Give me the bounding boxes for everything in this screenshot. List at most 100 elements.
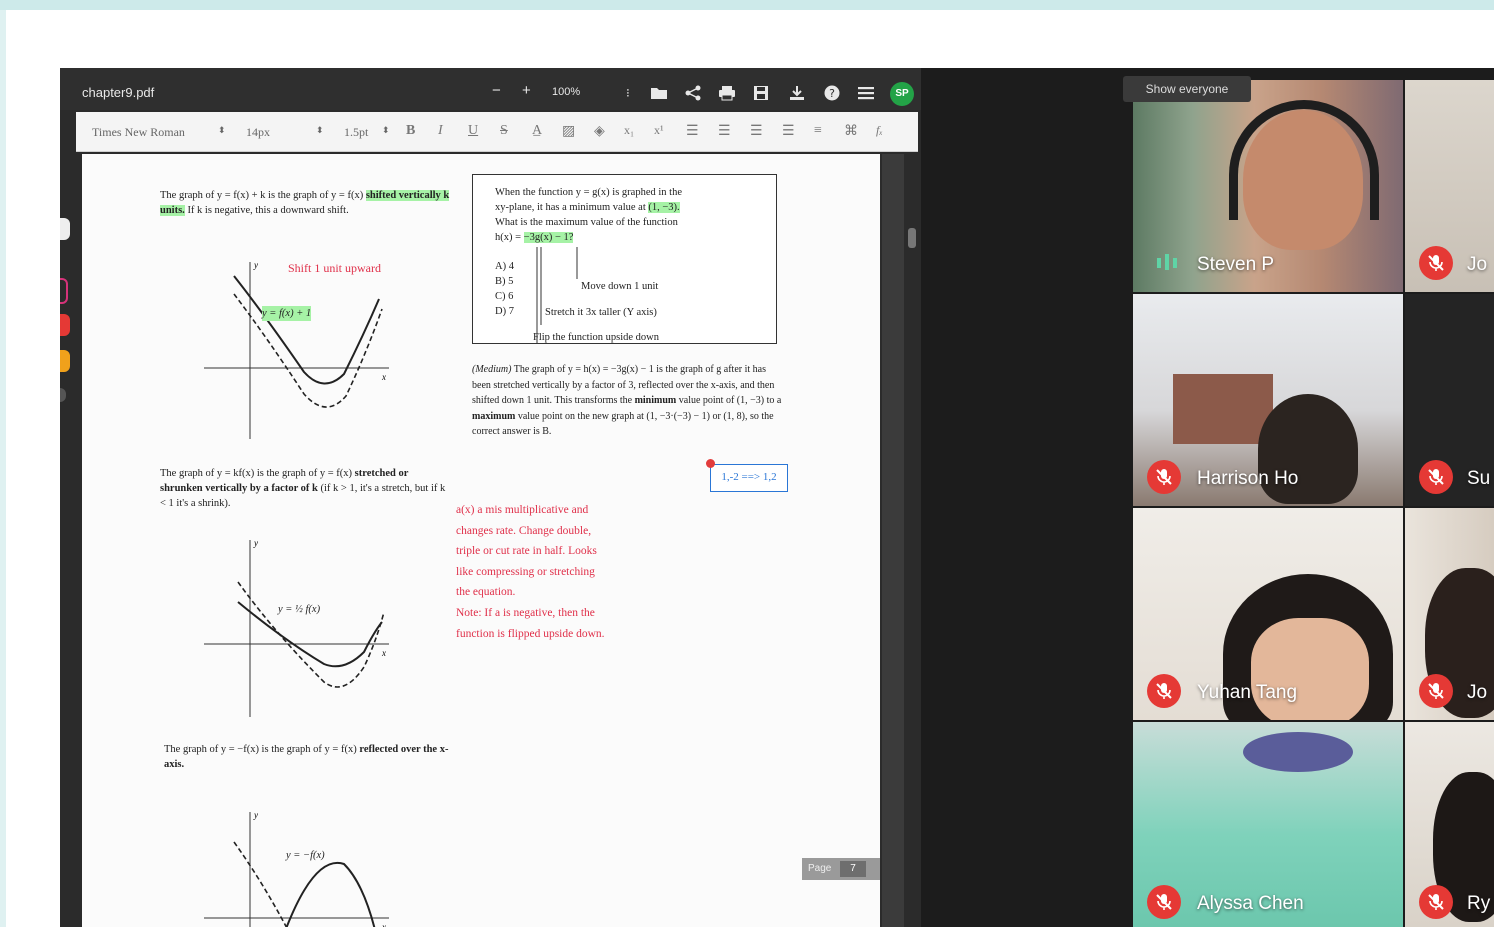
- underline-button[interactable]: U: [468, 123, 478, 139]
- scrollbar-thumb[interactable]: [908, 228, 916, 248]
- red-color[interactable]: [60, 314, 70, 336]
- svg-text:?: ?: [829, 87, 835, 100]
- graph-shift: y x: [204, 260, 389, 439]
- participant-tile[interactable]: Su: [1405, 294, 1494, 506]
- more-vertical-icon[interactable]: ⁝: [626, 85, 630, 101]
- italic-button[interactable]: I: [438, 123, 443, 139]
- note-line: the equation.: [456, 586, 516, 599]
- text-color-icon[interactable]: A̲: [532, 123, 542, 139]
- muted-mic-icon: [1147, 460, 1181, 494]
- reflect-paragraph: The graph of y = −f(x) is the graph of y…: [164, 742, 454, 772]
- help-icon[interactable]: ?: [823, 85, 841, 101]
- background-shelf: [1173, 374, 1273, 444]
- muted-mic-icon: [1147, 885, 1181, 919]
- question-highlight: −3g(x) − 1?: [523, 232, 574, 243]
- user-avatar[interactable]: SP: [890, 82, 914, 106]
- note-line: a(x) a mis multiplicative and: [456, 504, 589, 516]
- question-line: xy-plane, it has a minimum value at: [495, 202, 646, 213]
- question-text: When the function y = g(x) is graphed in…: [495, 185, 765, 245]
- reflect-text: The graph of y = −f(x) is the graph of y…: [164, 744, 357, 755]
- left-border: [0, 10, 6, 927]
- question-line: h(x) =: [495, 232, 522, 243]
- participant-tile[interactable]: Jo: [1405, 508, 1494, 720]
- chevron-updown-icon: ⬍: [316, 125, 324, 135]
- participant-name: Yuhan Tang: [1197, 682, 1298, 703]
- zoom-out-button[interactable]: −: [492, 83, 501, 99]
- svg-text:x: x: [381, 372, 386, 382]
- participant-name: Ry: [1467, 893, 1491, 914]
- line-spacing-select[interactable]: 1.5pt: [344, 125, 368, 140]
- graph3-label: y = −f(x): [286, 850, 325, 861]
- explanation-text: value point of (1, −3) to a: [676, 395, 782, 406]
- save-icon[interactable]: [752, 85, 770, 101]
- participant-tile[interactable]: Steven P: [1133, 80, 1403, 292]
- red-annotation-note: a(x) a mis multiplicative and changes ra…: [456, 500, 605, 644]
- participant-tile[interactable]: Ry: [1405, 722, 1494, 927]
- scrollbar-track[interactable]: [882, 154, 904, 927]
- link-icon[interactable]: ⌘: [844, 123, 858, 140]
- participant-tile[interactable]: Harrison Ho: [1133, 294, 1403, 506]
- viewer-titlebar: chapter9.pdf − + 100% ⁝ ? SP: [60, 68, 921, 110]
- font-family-select[interactable]: Times New Roman: [92, 125, 185, 140]
- svg-text:y: y: [253, 260, 258, 270]
- participant-tile[interactable]: Jo: [1405, 80, 1494, 292]
- numbered-list-icon[interactable]: ☰: [718, 123, 731, 140]
- font-size-select[interactable]: 14px: [246, 125, 270, 140]
- page-number-input[interactable]: 7: [840, 861, 866, 877]
- participant-tile[interactable]: Alyssa Chen: [1133, 722, 1403, 927]
- zoom-in-button[interactable]: +: [522, 83, 531, 99]
- graph-reflect: y x: [204, 810, 389, 927]
- answer-annotation-box[interactable]: 1,-2 ==> 1,2: [710, 464, 788, 492]
- share-icon[interactable]: [684, 85, 702, 101]
- participant-name: Su: [1467, 468, 1491, 489]
- note-line: changes rate. Change double,: [456, 524, 592, 537]
- select-tool[interactable]: [60, 218, 70, 240]
- superscript-button[interactable]: x¹: [654, 123, 664, 138]
- bold-button[interactable]: B: [406, 123, 415, 139]
- eraser-tool[interactable]: [60, 388, 66, 402]
- chevron-updown-icon: ⬍: [218, 125, 226, 135]
- speaking-icon: [1157, 254, 1177, 270]
- paint-bucket-icon[interactable]: ◈: [594, 123, 605, 140]
- question-highlight: (1, −3).: [648, 202, 680, 213]
- menu-icon[interactable]: [857, 85, 875, 101]
- show-everyone-button[interactable]: Show everyone: [1123, 76, 1251, 102]
- pdf-viewer-window: chapter9.pdf − + 100% ⁝ ? SP Times New R…: [60, 68, 921, 927]
- question-line: When the function y = g(x) is graphed in…: [495, 187, 682, 198]
- document-page: The graph of y = f(x) + k is the graph o…: [82, 154, 880, 927]
- formula-button[interactable]: fₓ: [876, 123, 883, 138]
- page-indicator: Page 7: [802, 858, 880, 880]
- participant-tile[interactable]: Yuhan Tang: [1133, 508, 1403, 720]
- highlight-icon[interactable]: ▨: [562, 123, 575, 140]
- graph2-label: y = ½ f(x): [278, 604, 321, 615]
- bulleted-list-icon[interactable]: ☰: [686, 123, 699, 140]
- download-icon[interactable]: [788, 85, 806, 101]
- annotation-tools: [60, 218, 74, 518]
- zoom-level[interactable]: 100%: [552, 86, 580, 98]
- subscript-button[interactable]: x₁: [624, 123, 634, 138]
- svg-text:y: y: [253, 810, 258, 820]
- graph-stretch: y x: [204, 538, 389, 717]
- align-icon[interactable]: ≡: [814, 123, 822, 139]
- folder-icon[interactable]: [650, 85, 668, 101]
- shift-text: The graph of y = f(x) + k is the graph o…: [160, 190, 364, 201]
- indent-icon[interactable]: ☰: [750, 123, 763, 140]
- strikethrough-button[interactable]: S: [500, 123, 508, 139]
- format-toolbar: Times New Roman ⬍ 14px ⬍ 1.5pt ⬍ B I U S…: [76, 112, 918, 152]
- svg-text:x: x: [381, 648, 386, 658]
- answer-choices: A) 4 B) 5 C) 6 D) 7: [495, 259, 514, 319]
- ceiling-fan: [1243, 732, 1353, 772]
- explanation-text: value point on the new graph at (1, −3·(…: [472, 410, 774, 438]
- pen-tool[interactable]: [60, 278, 68, 304]
- participant-name: Jo: [1467, 254, 1488, 275]
- annotation-handle[interactable]: [706, 459, 715, 468]
- page-label: Page: [808, 863, 832, 874]
- participant-name: Jo: [1467, 682, 1488, 703]
- top-border: [0, 0, 1494, 10]
- outdent-icon[interactable]: ☰: [782, 123, 795, 140]
- difficulty-label: (Medium): [472, 364, 512, 375]
- note-move: Move down 1 unit: [581, 281, 659, 292]
- orange-color[interactable]: [60, 350, 70, 372]
- note-line: Note: If a is negative, then the: [456, 606, 595, 619]
- print-icon[interactable]: [718, 85, 736, 101]
